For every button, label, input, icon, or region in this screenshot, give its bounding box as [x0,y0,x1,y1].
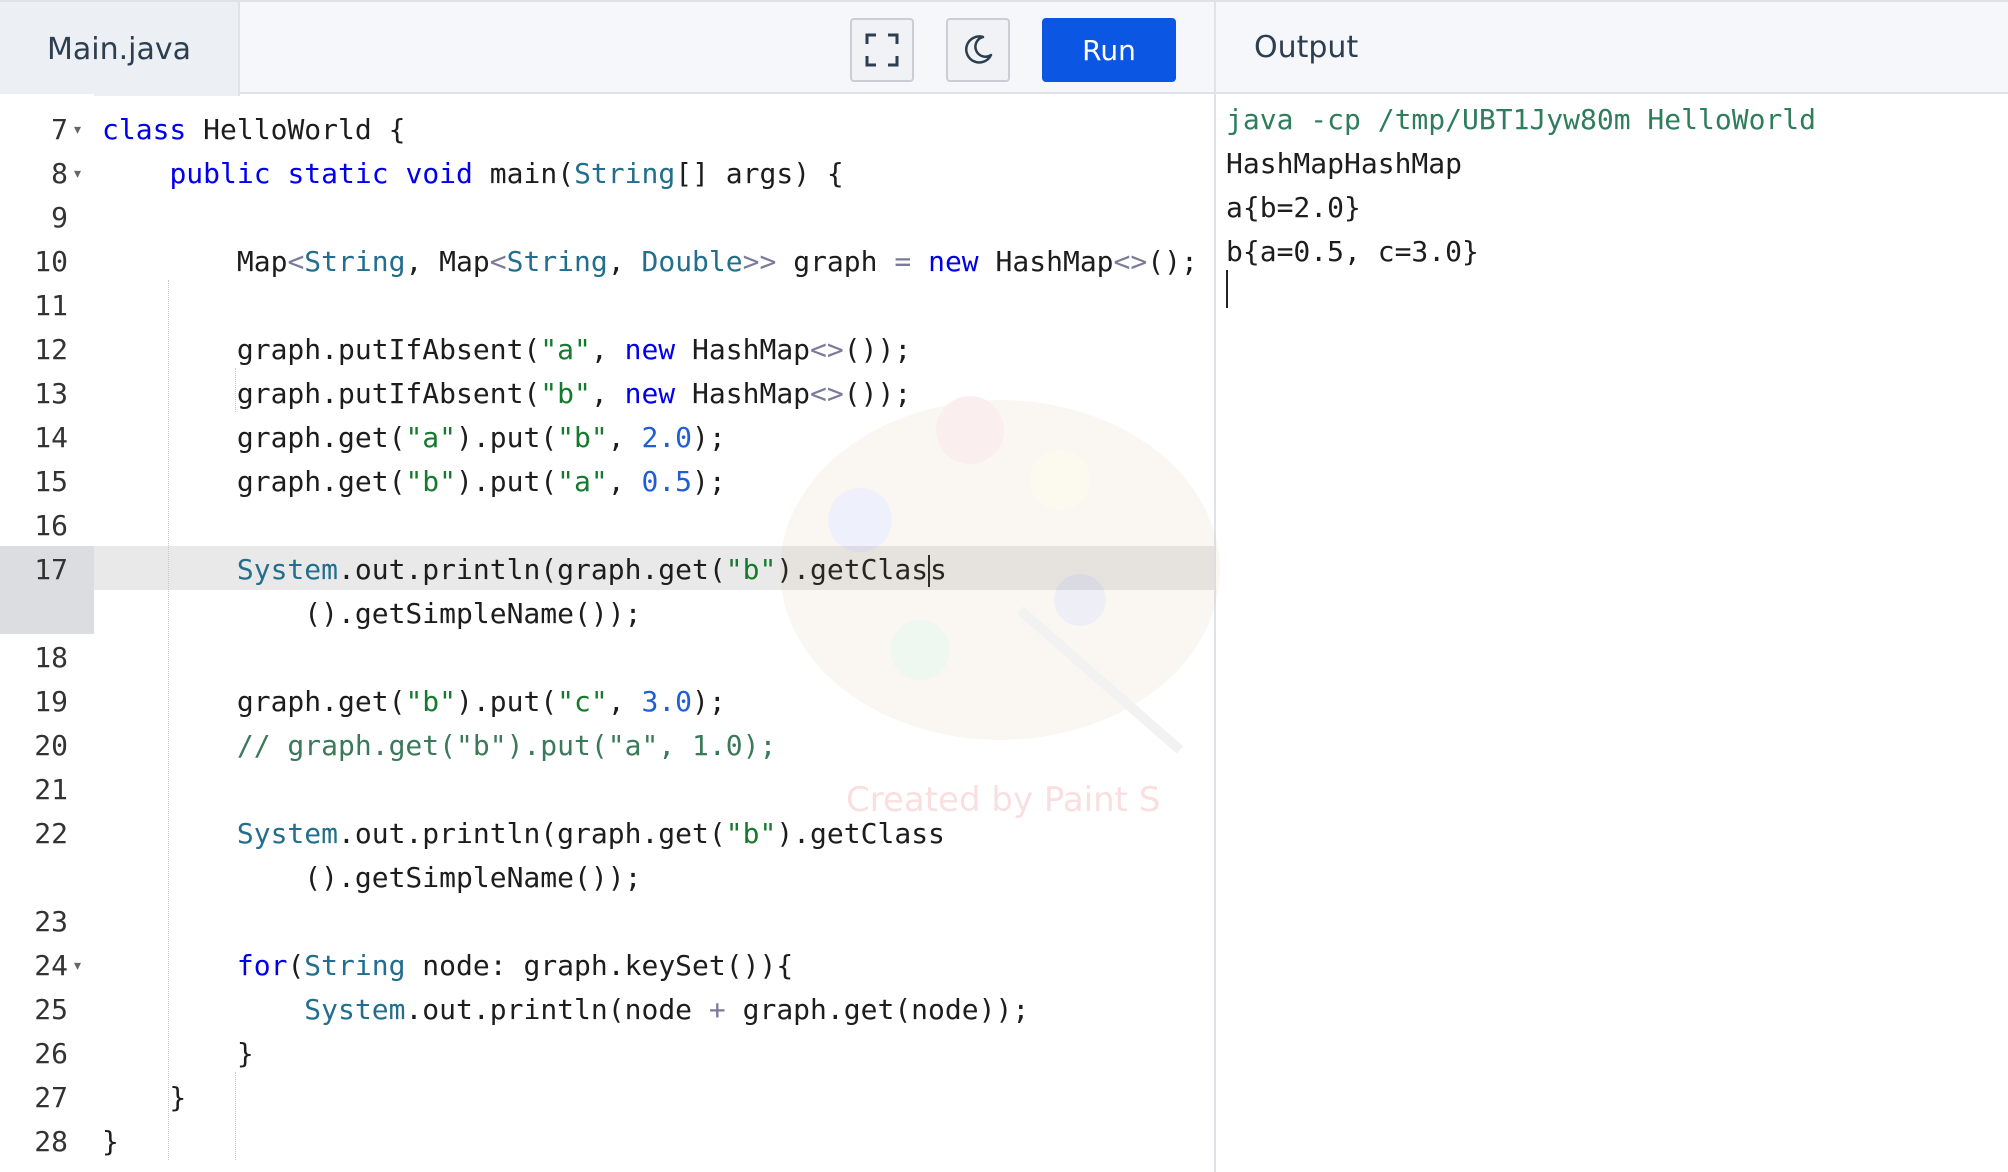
code-editor[interactable]: 7 8 9 10 11 12 13 14 15 16 17 18 19 20 2… [0,94,1214,1172]
code-line-wrapped: ().getSimpleName()); [102,861,642,894]
code-line-wrapped: ().getSimpleName()); [102,597,642,630]
line-number: 7 [51,113,68,146]
moon-icon [965,35,993,64]
online-java-compiler: Main.java Run Output 7 8 9 10 11 12 13 1… [0,0,2008,1172]
line-number: 19 [34,685,68,718]
line-number: 27 [34,1081,68,1114]
code-line: } [102,1125,119,1158]
line-number: 8 [51,157,68,190]
indent-guide [235,1072,236,1160]
line-number: 13 [34,377,68,410]
line-number-active: 17 [34,553,68,586]
line-number: 9 [51,201,68,234]
code-line-comment: // graph.get("b").put("a", 1.0); [236,729,777,762]
line-number: 16 [34,509,68,542]
line-number: 25 [34,993,68,1026]
watermark-text: Created by Paint S [846,780,1161,820]
output-title: Output [1254,29,1359,65]
editor-header: Main.java Run [0,0,1216,96]
line-number: 18 [34,641,68,674]
code-line: graph.putIfAbsent("b", new HashMap<>()); [102,377,912,410]
theme-toggle-button[interactable] [946,18,1010,82]
line-number: 15 [34,465,68,498]
line-number: 21 [34,773,68,806]
output-header: Output [1216,0,2008,94]
code-line: System.out.println(graph.get("b").getCla… [236,817,945,850]
code-line: graph.get("b").put("a", 0.5); [102,465,726,498]
file-tab-main-java[interactable]: Main.java [0,2,240,96]
code-line: System.out.println(node + graph.get(node… [304,993,1030,1026]
line-number: 26 [34,1037,68,1070]
output-command-line: java -cp /tmp/UBT1Jyw80m HelloWorld [1226,103,1817,136]
code-line: class HelloWorld { [102,113,406,146]
fold-arrow-icon[interactable]: ▾ [74,108,81,152]
line-number: 12 [34,333,68,366]
fold-arrow-icon[interactable]: ▾ [74,152,81,196]
code-line-active: System.out.println(graph.get("b").getCla… [236,553,947,587]
fold-arrow-icon[interactable]: ▾ [74,944,81,988]
output-line: HashMapHashMap [1226,147,1463,180]
line-number: 23 [34,905,68,938]
code-line: Map<String, Map<String, Double>> graph =… [102,245,1198,278]
code-line: graph.putIfAbsent("a", new HashMap<>()); [102,333,912,366]
file-tab-label: Main.java [46,31,191,67]
line-number: 20 [34,729,68,762]
line-number: 28 [34,1125,68,1158]
fullscreen-button[interactable] [850,18,914,82]
output-panel[interactable]: java -cp /tmp/UBT1Jyw80m HelloWorld Hash… [1216,94,2008,1172]
code-line: graph.get("a").put("b", 2.0); [102,421,726,454]
output-cursor [1226,270,1228,308]
code-line: for(String node: graph.keySet()){ [236,949,794,982]
output-line: a{b=2.0} [1226,191,1361,224]
line-number: 14 [34,421,68,454]
line-number: 22 [34,817,68,850]
output-line: b{a=0.5, c=3.0} [1226,235,1479,268]
code-line: } [102,1037,254,1070]
fullscreen-icon [865,33,899,67]
line-number: 11 [34,289,68,322]
text-cursor [928,555,931,587]
line-number: 24 [34,949,68,982]
line-number: 10 [34,245,68,278]
code-line: } [102,1081,187,1114]
code-line: graph.get("b").put("c", 3.0); [102,685,726,718]
code-line: public static void main(String[] args) { [169,157,844,190]
run-button[interactable]: Run [1042,18,1176,82]
